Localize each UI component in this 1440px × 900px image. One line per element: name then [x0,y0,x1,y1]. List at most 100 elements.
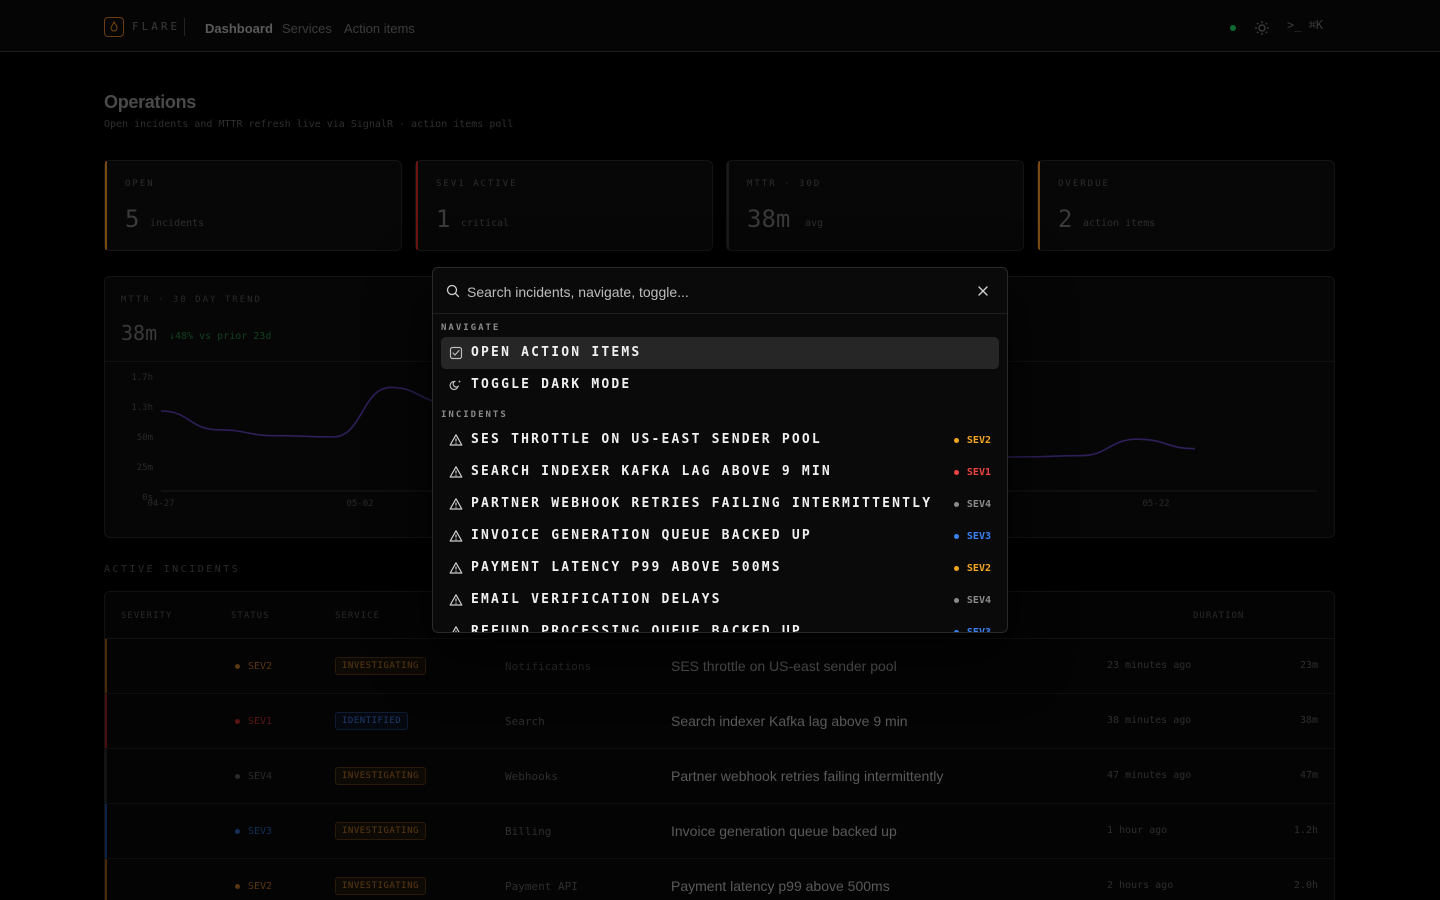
incident-title[interactable]: Partner webhook retries failing intermit… [671,768,943,784]
palette-item-toggle-dark-mode[interactable]: TOGGLE DARK MODE [441,369,999,401]
group-label-navigate: NAVIGATE [441,323,501,333]
nav-action-items[interactable]: Action items [344,21,415,36]
started-ago: 1 hour ago [1107,825,1168,836]
checkbox-icon [449,346,463,360]
chart-delta: ↓48% vs prior 23d [169,331,272,342]
severity-dot [954,566,959,571]
severity-accent-bar [105,804,107,858]
stat-card-overdue: OVERDUE 2 action items [1037,160,1335,251]
sun-icon[interactable] [1254,20,1270,36]
table-row[interactable]: SEV4 INVESTIGATING Webhooks Partner webhook… [105,749,1334,804]
incident-title[interactable]: Search indexer Kafka lag above 9 min [671,713,908,729]
shortcut-hint: ⌘K [1308,18,1324,32]
table-row[interactable]: SEV2 INVESTIGATING Notifications SES thrott… [105,639,1334,694]
palette-item-incident[interactable]: SEARCH INDEXER KAFKA LAG ABOVE 9 MIN SEV1 [441,456,999,488]
started-ago: 2 hours ago [1107,880,1174,891]
severity-accent-bar [105,749,107,803]
x-tick-label: 05-02 [346,499,373,509]
status-badge: INVESTIGATING [335,822,426,840]
column-header-service: SERVICE [335,611,380,621]
palette-item-label: REFUND PROCESSING QUEUE BACKED UP [471,624,802,633]
stat-accent-bar [1038,161,1040,250]
sparkle-moon-icon [449,380,461,391]
warning-triangle-icon [449,530,463,542]
duration: 1.2h [1293,825,1318,836]
severity-label: SEV2 [966,435,991,446]
duration: 23m [1299,660,1318,671]
stat-card-open: OPEN 5 incidents [104,160,402,251]
service-name: Payment API [505,880,578,893]
y-tick-label: 50m [137,433,153,443]
stat-label: OVERDUE [1058,179,1110,189]
severity-label: SEV2 [248,661,273,672]
y-tick-label: 1.7h [131,373,153,383]
warning-triangle-icon [452,626,460,632]
severity-dot [235,829,240,834]
terminal-icon: >_ [1287,18,1302,32]
stat-value: 1 [436,205,451,233]
started-ago: 23 minutes ago [1107,660,1192,671]
palette-search-row [433,268,1007,314]
incident-title[interactable]: Payment latency p99 above 500ms [671,878,890,894]
page-subtitle: Open incidents and MTTR refresh live via… [104,119,514,130]
started-ago: 47 minutes ago [1107,770,1192,781]
started-ago: 38 minutes ago [1107,715,1192,726]
connection-status-dot [1230,25,1236,31]
duration: 2.0h [1293,880,1318,891]
palette-item-incident[interactable]: PARTNER WEBHOOK RETRIES FAILING INTERMIT… [441,488,999,520]
severity-dot [954,534,959,539]
y-tick-label: 25m [137,463,153,473]
duration: 38m [1299,715,1318,726]
table-row[interactable]: SEV2 INVESTIGATING Payment API Payment late… [105,859,1334,900]
nav-services[interactable]: Services [282,21,332,36]
command-palette-button[interactable]: >_ ⌘K [1287,18,1323,32]
chart-value: 38m [121,321,158,345]
palette-item-incident[interactable]: PAYMENT LATENCY P99 ABOVE 500MS SEV2 [441,552,999,584]
palette-item-label: INVOICE GENERATION QUEUE BACKED UP [471,528,812,543]
incident-title[interactable]: Invoice generation queue backed up [671,823,897,839]
palette-item-incident[interactable]: INVOICE GENERATION QUEUE BACKED UP SEV3 [441,520,999,552]
divider [184,18,185,36]
palette-search-input[interactable] [467,281,947,303]
stat-accent-bar [105,161,107,250]
palette-item-label: SES THROTTLE ON US-EAST SENDER POOL [471,432,822,447]
column-header-severity: SEVERITY [121,611,173,621]
table-row[interactable]: SEV3 INVESTIGATING Billing Invoice generati… [105,804,1334,859]
status-badge: INVESTIGATING [335,767,426,785]
page-title: Operations [104,92,197,112]
stat-card-sev1-active: SEV1 ACTIVE 1 critical [415,160,713,251]
service-name: Search [505,715,545,728]
severity-label: SEV1 [248,716,273,727]
palette-item-incident[interactable]: EMAIL VERIFICATION DELAYS SEV4 [441,584,999,616]
flame-logo-icon[interactable] [104,17,124,37]
severity-label: SEV4 [966,595,991,606]
stat-value: 38m [747,205,791,233]
severity-dot [954,630,959,632]
warning-triangle-icon [449,466,463,478]
group-label-incidents: INCIDENTS [441,410,508,420]
severity-dot [235,884,240,889]
stat-accent-bar [416,161,418,250]
nav-dashboard[interactable]: Dashboard [205,21,273,36]
service-name: Notifications [505,660,592,673]
stat-value: 2 [1058,205,1073,233]
palette-item-incident[interactable]: SES THROTTLE ON US-EAST SENDER POOL SEV2 [441,424,999,456]
service-name: Billing [505,825,552,838]
palette-item-open-action-items[interactable]: OPEN ACTION ITEMS [441,337,999,369]
stat-label: MTTR · 30D [747,179,822,189]
warning-triangle-icon [449,498,463,510]
status-badge: IDENTIFIED [335,712,409,730]
stat-unit: incidents [150,218,205,229]
command-palette: NAVIGATE OPEN ACTION ITEMS TOGGLE DARK M… [432,267,1008,633]
incident-title[interactable]: SES throttle on US-east sender pool [671,658,897,674]
severity-label: SEV3 [966,531,991,542]
x-tick-label: 05-22 [1142,499,1169,509]
stat-label: SEV1 ACTIVE [436,179,518,189]
severity-accent-bar [105,859,107,900]
column-header-status: STATUS [231,611,270,621]
table-row[interactable]: SEV1 IDENTIFIED Search Search indexer Kafka… [105,694,1334,749]
palette-item-incident[interactable]: REFUND PROCESSING QUEUE BACKED UP SEV3 [441,616,999,633]
severity-label: SEV3 [966,627,991,633]
stat-unit: critical [461,218,510,229]
close-icon[interactable] [976,284,990,298]
